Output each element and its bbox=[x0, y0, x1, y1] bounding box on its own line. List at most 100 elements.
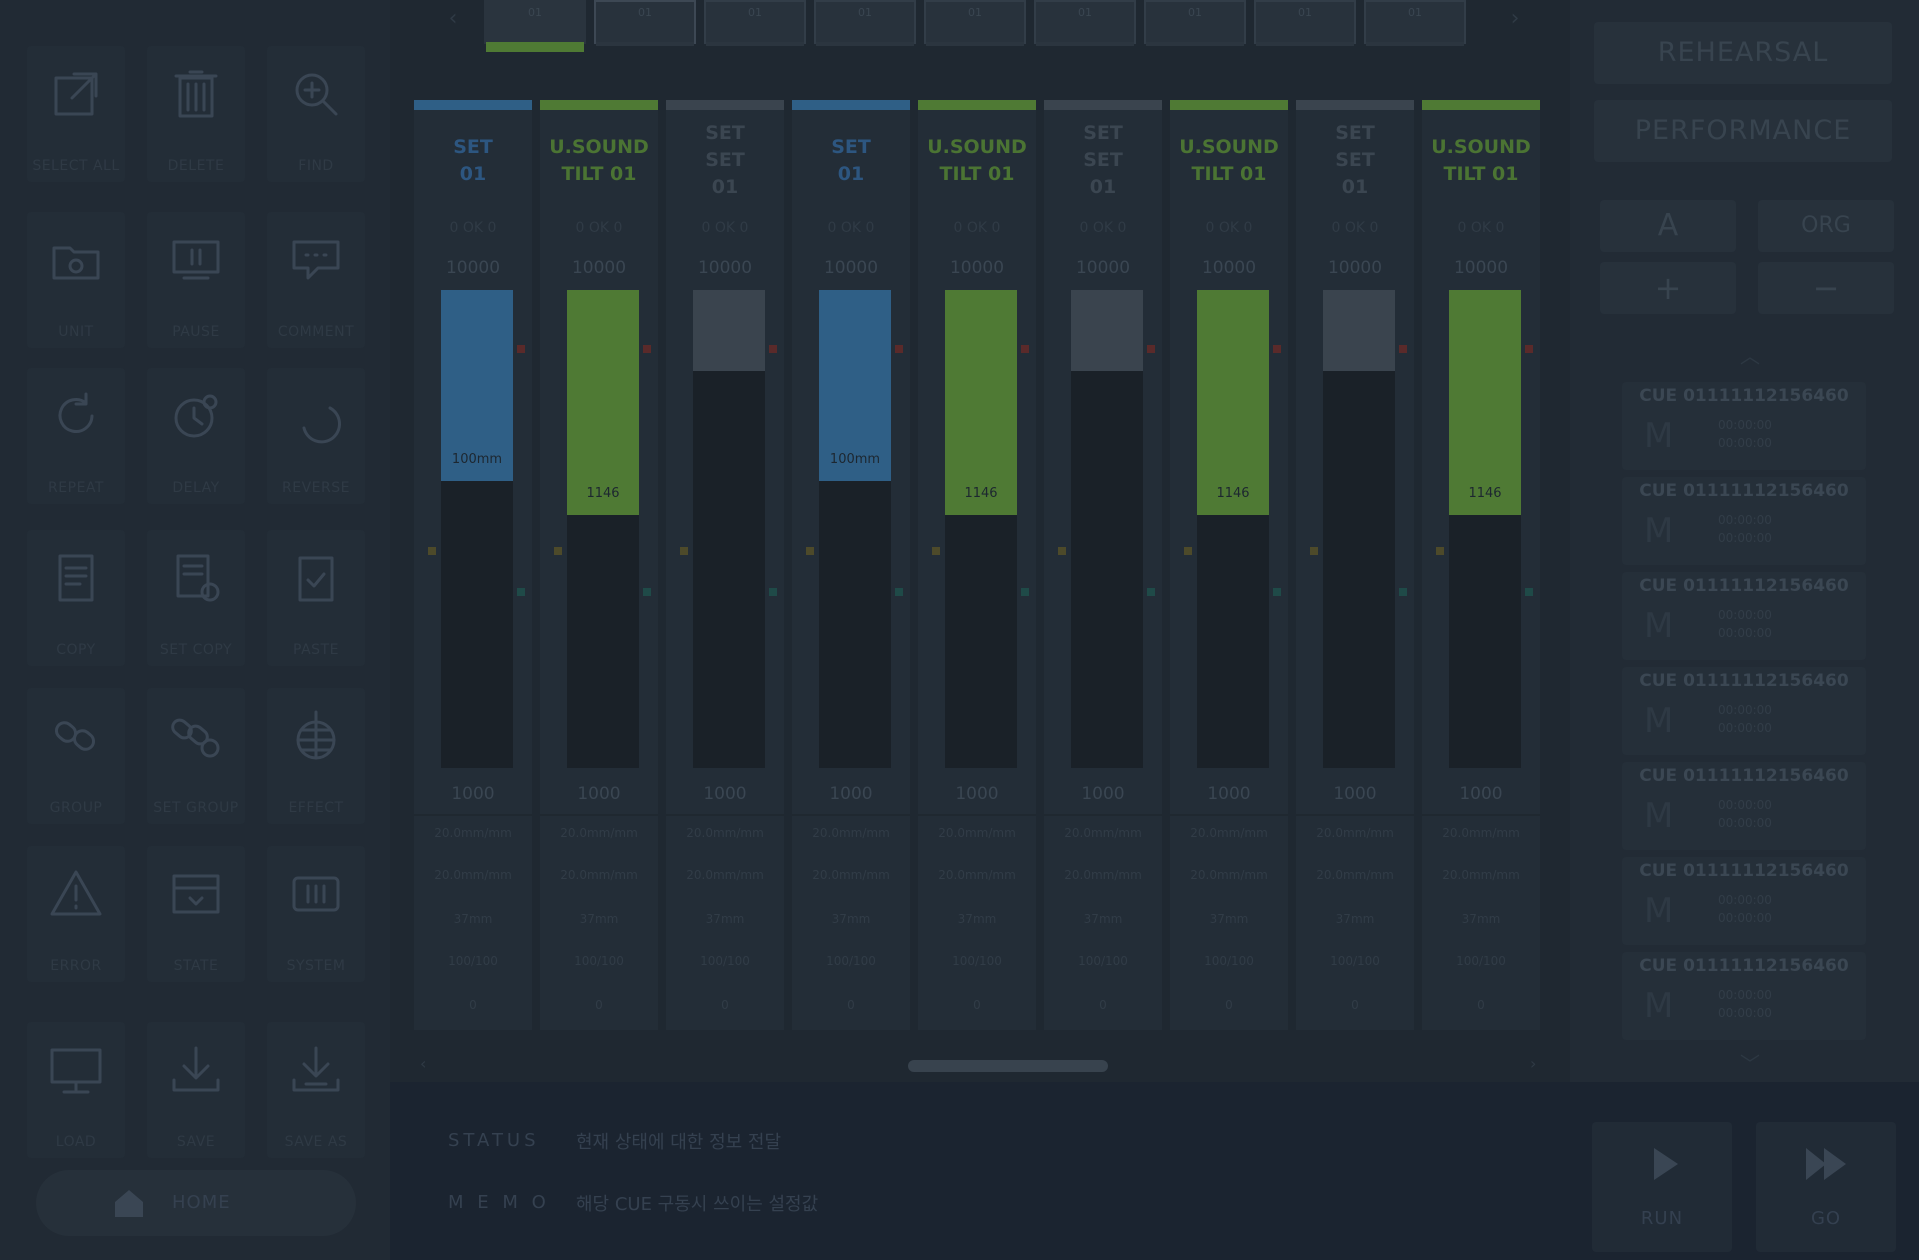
cue-item[interactable]: CUE 01111112156460 M 00:00:00 00:00:00 bbox=[1622, 477, 1866, 565]
fader-fill[interactable]: 100mm bbox=[441, 290, 513, 481]
system-tool-button[interactable]: SYSTEM bbox=[265, 844, 367, 984]
channel-column[interactable]: SET 01 0 OK 0 10000 100mm 1000 20.0mm/mm 2… bbox=[792, 100, 910, 1030]
tool-label: DELAY bbox=[172, 480, 220, 496]
channel-max-value: 10000 bbox=[697, 258, 753, 278]
channel-column[interactable]: SET SET 01 0 OK 0 10000 1000 20.0mm/mm 20.0… bbox=[1044, 100, 1162, 1030]
fader-track[interactable]: 1146 bbox=[1197, 290, 1269, 768]
home-button[interactable]: HOME bbox=[36, 1170, 356, 1236]
cue-item[interactable]: CUE 01111112156460 M 00:00:00 00:00:00 bbox=[1622, 382, 1866, 470]
pause-tool-button[interactable]: PAUSE bbox=[145, 210, 247, 350]
fader-fill[interactable]: 1146 bbox=[1449, 290, 1521, 515]
load-tool-button[interactable]: LOAD bbox=[25, 1020, 127, 1160]
fader-fill[interactable]: 1146 bbox=[945, 290, 1017, 515]
channel-column[interactable]: U.SOUND TILT 01 0 OK 0 10000 1146 1000 20… bbox=[1422, 100, 1540, 1030]
tab-4[interactable]: 01 bbox=[814, 0, 916, 46]
channel-param: 20.0mm/mm bbox=[1064, 826, 1142, 840]
channel-param: 20.0mm/mm bbox=[434, 826, 512, 840]
channel-param: 100/100 bbox=[1204, 954, 1254, 968]
cue-item[interactable]: CUE 01111112156460 M 00:00:00 00:00:00 bbox=[1622, 762, 1866, 850]
tab-next-arrow[interactable]: › bbox=[1500, 4, 1530, 34]
cue-scroll-up-icon[interactable]: ︿ bbox=[1740, 340, 1760, 369]
minus-button[interactable]: − bbox=[1758, 262, 1894, 314]
tab-8[interactable]: 01 bbox=[1254, 0, 1356, 46]
scroll-right-arrow[interactable]: › bbox=[1530, 1054, 1536, 1073]
tool-label: PAUSE bbox=[172, 324, 220, 340]
channel-column[interactable]: U.SOUND TILT 01 0 OK 0 10000 1146 1000 20… bbox=[918, 100, 1036, 1030]
tab-9[interactable]: 01 bbox=[1364, 0, 1466, 46]
fader-fill[interactable] bbox=[1071, 290, 1143, 371]
cue-title: CUE 01111112156460 bbox=[1639, 671, 1849, 691]
upper-limit-marker bbox=[1147, 345, 1155, 353]
select-all-tool-button[interactable]: SELECT ALL bbox=[25, 44, 127, 184]
fader-track[interactable]: 100mm bbox=[819, 290, 891, 768]
channel-status: 0 OK 0 bbox=[1331, 220, 1379, 236]
plus-button[interactable]: + bbox=[1600, 262, 1736, 314]
fader-track[interactable]: 1146 bbox=[567, 290, 639, 768]
a-button[interactable]: A bbox=[1600, 200, 1736, 252]
set-copy-tool-button[interactable]: SET COPY bbox=[145, 528, 247, 668]
fader-fill[interactable]: 1146 bbox=[1197, 290, 1269, 515]
fader-fill[interactable]: 100mm bbox=[819, 290, 891, 481]
copy-tool-button[interactable]: COPY bbox=[25, 528, 127, 668]
fader-track[interactable] bbox=[693, 290, 765, 768]
rehearsal-button[interactable]: REHEARSAL bbox=[1594, 22, 1892, 84]
group-tool-button[interactable]: GROUP bbox=[25, 686, 127, 826]
delay-tool-button[interactable]: DELAY bbox=[145, 366, 247, 506]
tab-3[interactable]: 01 bbox=[704, 0, 806, 46]
reverse-tool-button[interactable]: REVERSE bbox=[265, 366, 367, 506]
channel-status: 0 OK 0 bbox=[575, 220, 623, 236]
error-tool-button[interactable]: ERROR bbox=[25, 844, 127, 984]
go-button[interactable]: GO bbox=[1756, 1122, 1896, 1252]
fader-fill[interactable]: 1146 bbox=[567, 290, 639, 515]
horizontal-scrollbar[interactable]: ‹ › bbox=[408, 1050, 1548, 1080]
fader-track[interactable]: 100mm bbox=[441, 290, 513, 768]
cue-item[interactable]: CUE 01111112156460 M 00:00:00 00:00:00 bbox=[1622, 952, 1866, 1040]
unit-tool-button[interactable]: UNIT bbox=[25, 210, 127, 350]
run-button[interactable]: RUN bbox=[1592, 1122, 1732, 1252]
tab-6[interactable]: 01 bbox=[1034, 0, 1136, 46]
cue-scroll-down-icon[interactable]: ﹀ bbox=[1740, 1048, 1760, 1077]
tab-prev-arrow[interactable]: ‹ bbox=[438, 4, 468, 34]
channel-column[interactable]: SET 01 0 OK 0 10000 100mm 1000 20.0mm/mm 2… bbox=[414, 100, 532, 1030]
save-as-tool-button[interactable]: SAVE AS bbox=[265, 1020, 367, 1160]
cue-item[interactable]: CUE 01111112156460 M 00:00:00 00:00:00 bbox=[1622, 572, 1866, 660]
fader-track[interactable]: 1146 bbox=[945, 290, 1017, 768]
scrollbar-thumb[interactable] bbox=[908, 1060, 1108, 1072]
tab-5[interactable]: 01 bbox=[924, 0, 1026, 46]
fader-track[interactable]: 1146 bbox=[1449, 290, 1521, 768]
tab-7[interactable]: 01 bbox=[1144, 0, 1246, 46]
channel-color-bar bbox=[1422, 100, 1540, 110]
fader-fill[interactable] bbox=[1323, 290, 1395, 371]
channel-status: 0 OK 0 bbox=[1079, 220, 1127, 236]
tab-underline bbox=[596, 42, 694, 46]
tab-1[interactable]: 01 bbox=[484, 0, 586, 52]
effect-tool-button[interactable]: EFFECT bbox=[265, 686, 367, 826]
delete-tool-button[interactable]: DELETE bbox=[145, 44, 247, 184]
channel-max-value: 10000 bbox=[1201, 258, 1257, 278]
set-group-tool-button[interactable]: SET GROUP bbox=[145, 686, 247, 826]
fader-track[interactable] bbox=[1323, 290, 1395, 768]
fader-fill[interactable] bbox=[693, 290, 765, 371]
comment-tool-button[interactable]: COMMENT bbox=[265, 210, 367, 350]
performance-button[interactable]: PERFORMANCE bbox=[1594, 100, 1892, 162]
channel-column[interactable]: U.SOUND TILT 01 0 OK 0 10000 1146 1000 20… bbox=[540, 100, 658, 1030]
org-button[interactable]: ORG bbox=[1758, 200, 1894, 252]
channel-column[interactable]: SET SET 01 0 OK 0 10000 1000 20.0mm/mm 20.0… bbox=[1296, 100, 1414, 1030]
cue-time-end: 00:00:00 bbox=[1718, 531, 1772, 545]
state-tool-button[interactable]: STATE bbox=[145, 844, 247, 984]
channel-column[interactable]: U.SOUND TILT 01 0 OK 0 10000 1146 1000 20… bbox=[1170, 100, 1288, 1030]
cue-item[interactable]: CUE 01111112156460 M 00:00:00 00:00:00 bbox=[1622, 857, 1866, 945]
channel-param: 100/100 bbox=[574, 954, 624, 968]
repeat-tool-button[interactable]: REPEAT bbox=[25, 366, 127, 506]
save-tool-button[interactable]: SAVE bbox=[145, 1020, 247, 1160]
channel-max-value: 10000 bbox=[949, 258, 1005, 278]
paste-tool-button[interactable]: PASTE bbox=[265, 528, 367, 668]
fader-track[interactable] bbox=[1071, 290, 1143, 768]
upper-limit-marker bbox=[643, 345, 651, 353]
channel-column[interactable]: SET SET 01 0 OK 0 10000 1000 20.0mm/mm 20.0… bbox=[666, 100, 784, 1030]
cue-item[interactable]: CUE 01111112156460 M 00:00:00 00:00:00 bbox=[1622, 667, 1866, 755]
tab-2[interactable]: 01 bbox=[594, 0, 696, 46]
find-tool-button[interactable]: FIND bbox=[265, 44, 367, 184]
scroll-left-arrow[interactable]: ‹ bbox=[420, 1054, 426, 1073]
cue-mark: M bbox=[1644, 511, 1674, 551]
